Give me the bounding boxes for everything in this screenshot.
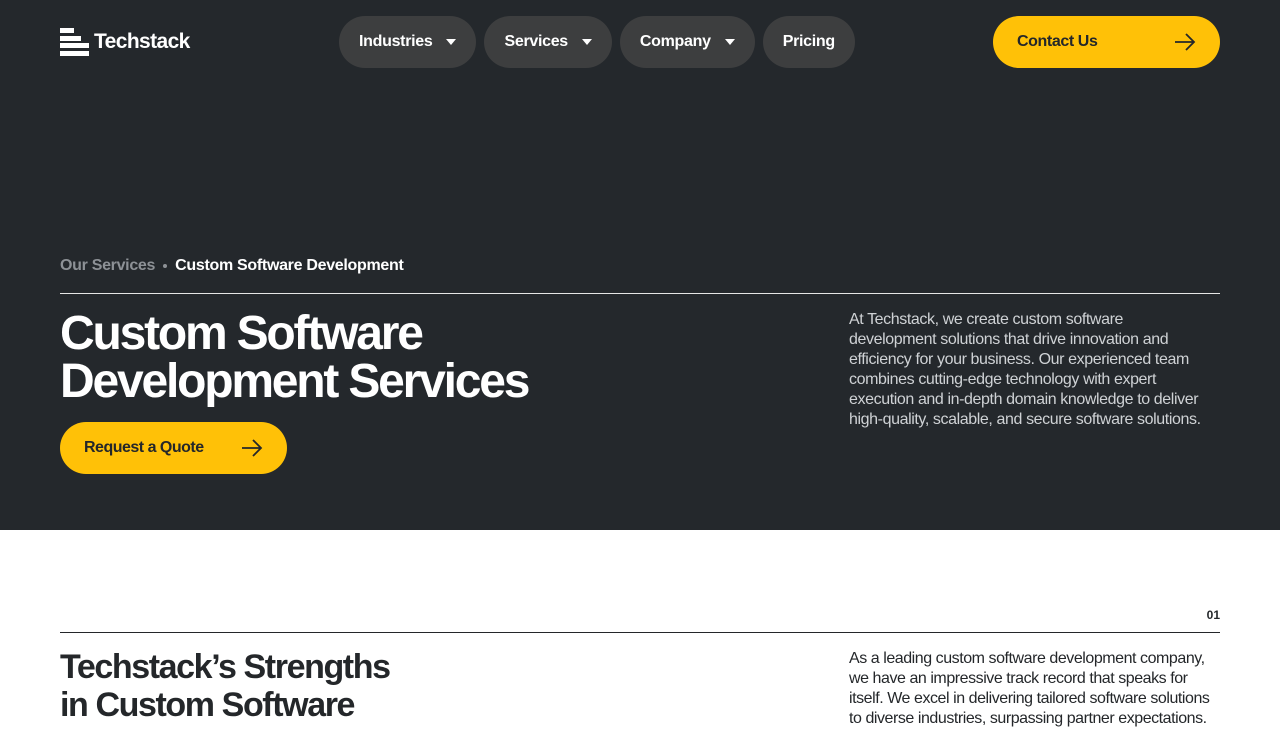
contact-us-label: Contact Us xyxy=(1017,33,1098,50)
caret-down-icon xyxy=(581,39,592,45)
hero-description-line: development solutions that drive innovat… xyxy=(849,331,1169,348)
request-quote-label: Request a Quote xyxy=(84,439,204,456)
logo-text: Techstack xyxy=(94,30,190,53)
hero-description-line: At Techstack, we create custom software xyxy=(849,311,1124,328)
logo[interactable]: Techstack xyxy=(60,28,190,56)
breadcrumb: Our Services Custom Software Development xyxy=(60,257,404,275)
section-divider xyxy=(60,632,1220,633)
section-description-line: As a leading custom software development… xyxy=(849,650,1205,667)
nav-item-label: Pricing xyxy=(782,33,835,50)
nav-item-label: Industries xyxy=(359,33,433,50)
section-title-line: Techstack’s Strengths xyxy=(60,648,391,686)
section-description: As a leading custom software development… xyxy=(849,649,1221,729)
nav-item-pricing[interactable]: Pricing xyxy=(762,16,855,68)
logo-icon xyxy=(60,28,89,56)
section-description-line: itself. We excel in delivering tailored … xyxy=(849,690,1210,707)
breadcrumb-current: Custom Software Development xyxy=(175,257,404,274)
contact-us-button[interactable]: Contact Us xyxy=(993,16,1220,68)
hero-description: At Techstack, we create custom software … xyxy=(849,310,1221,430)
page-title-line: Development Services xyxy=(60,355,530,408)
hero-section: Techstack Industries Services Company Pr… xyxy=(0,0,1280,530)
caret-down-icon xyxy=(446,39,457,45)
section-number: 01 xyxy=(1206,608,1220,622)
nav-item-label: Company xyxy=(639,33,711,50)
request-quote-button[interactable]: Request a Quote xyxy=(60,422,287,474)
page-title-line: Custom Software xyxy=(60,307,424,360)
section-description-line: we have an impressive track record that … xyxy=(849,670,1188,687)
arrow-right-icon xyxy=(1175,33,1196,51)
page-title: Custom Software Development Services xyxy=(60,310,580,406)
hero-description-line: efficiency for your business. Our experi… xyxy=(849,351,1189,368)
section-title-line: in Custom Software xyxy=(60,686,355,724)
nav-item-company[interactable]: Company xyxy=(619,16,755,68)
arrow-right-icon xyxy=(242,439,263,457)
hero-description-line: combines cutting-edge technology with ex… xyxy=(849,371,1157,388)
breadcrumb-separator xyxy=(163,264,168,268)
nav-item-industries[interactable]: Industries xyxy=(339,16,477,68)
nav-item-label: Services xyxy=(504,33,568,50)
nav-item-services[interactable]: Services xyxy=(484,16,612,68)
section-title: Techstack’s Strengths in Custom Software xyxy=(60,648,520,724)
main-nav: Industries Services Company Pricing xyxy=(339,16,855,68)
divider xyxy=(60,293,1220,294)
hero-description-line: execution and in-depth domain knowledge … xyxy=(849,391,1199,408)
caret-down-icon xyxy=(724,39,735,45)
hero-description-line: high-quality, scalable, and secure softw… xyxy=(849,411,1201,428)
breadcrumb-link-our-services[interactable]: Our Services xyxy=(60,257,155,275)
section-description-line: to diverse industries, surpassing partne… xyxy=(849,710,1207,727)
